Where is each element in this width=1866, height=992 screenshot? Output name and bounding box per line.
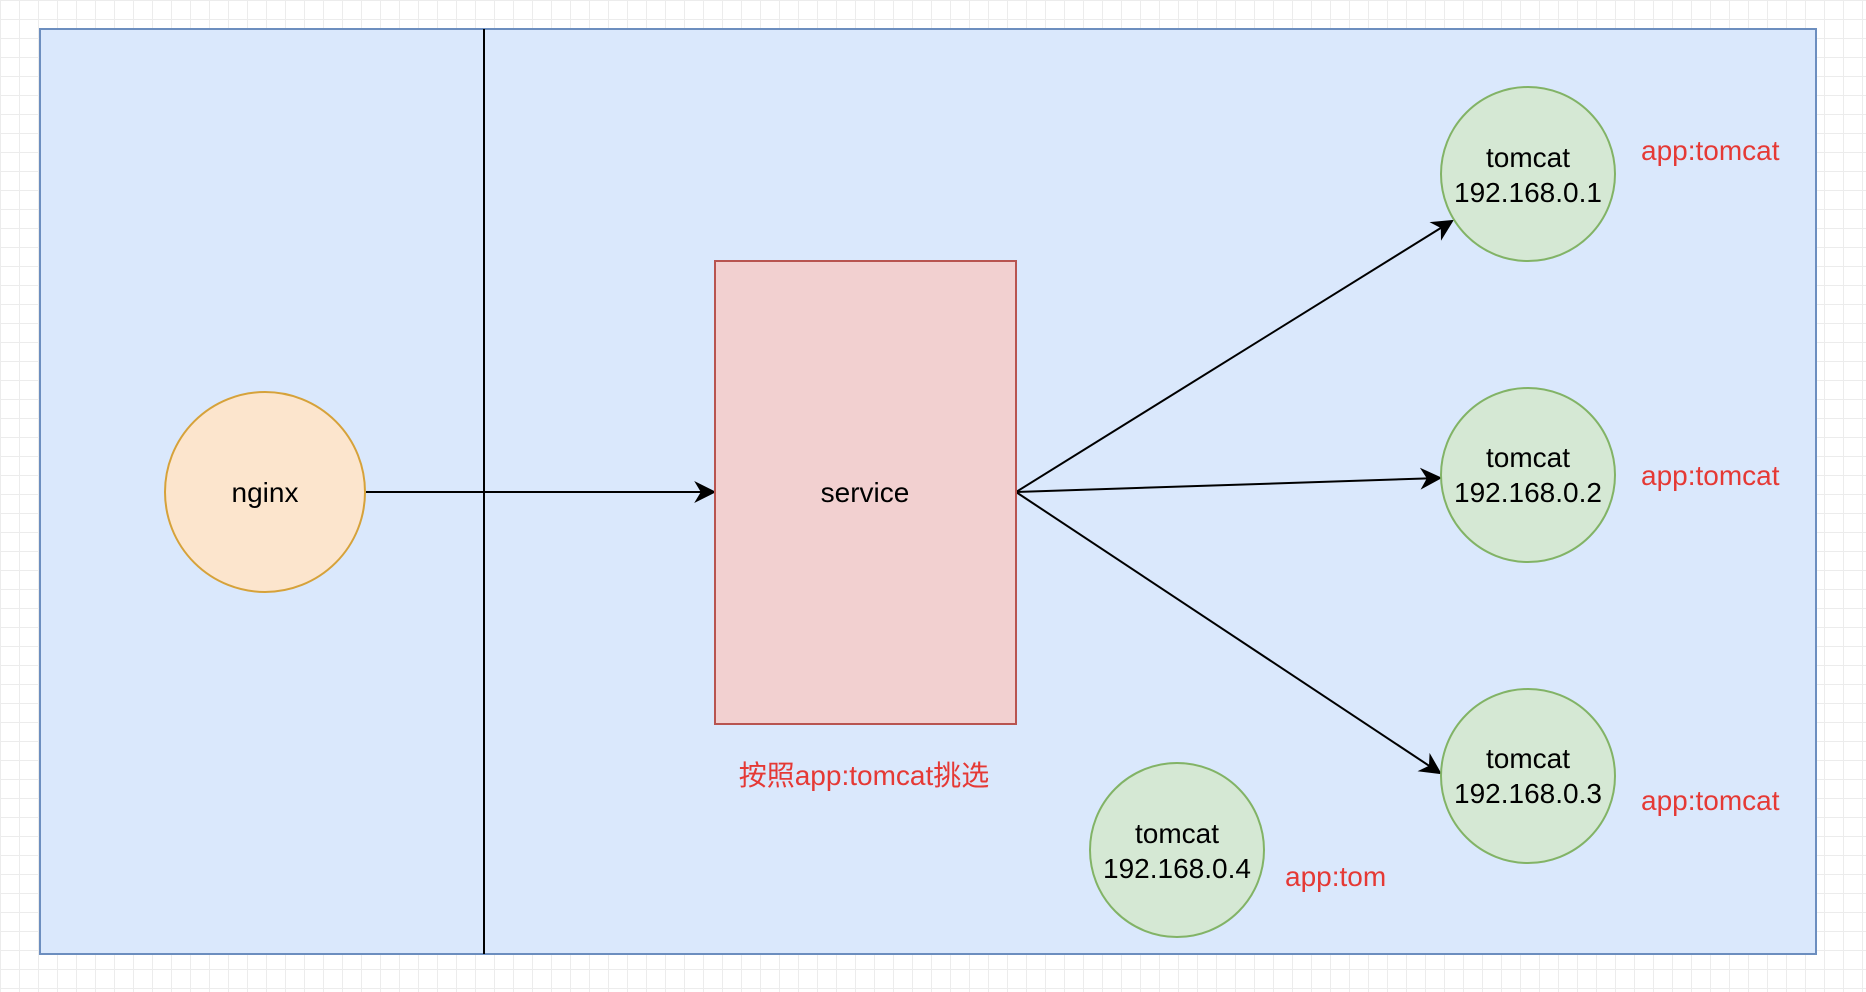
pod-label-tag: app:tom (1285, 861, 1386, 892)
pod-name: tomcat (1135, 818, 1219, 849)
pod-ip: 192.168.0.3 (1454, 778, 1602, 809)
service-node[interactable]: service (714, 260, 1017, 725)
nginx-node[interactable]: nginx (164, 391, 366, 593)
pod-circle (1440, 688, 1616, 864)
pod-node-4[interactable]: tomcat 192.168.0.4 (1089, 762, 1265, 938)
service-selector-note: 按照app:tomcat挑选 (739, 760, 990, 791)
pod-label-tag: app:tomcat (1641, 460, 1780, 491)
pod-circle (1440, 86, 1616, 262)
pod-ip: 192.168.0.4 (1103, 853, 1251, 884)
pod-name: tomcat (1486, 442, 1570, 473)
pod-circle (1440, 387, 1616, 563)
pod-node-3[interactable]: tomcat 192.168.0.3 (1440, 688, 1616, 864)
pod-node-1[interactable]: tomcat 192.168.0.1 (1440, 86, 1616, 262)
diagram-svg: nginx service 按照app:tomcat挑选 tomcat 192.… (39, 28, 1817, 955)
nginx-label: nginx (232, 477, 299, 508)
service-label: service (821, 477, 910, 508)
pod-ip: 192.168.0.1 (1454, 177, 1602, 208)
diagram-canvas: nginx service 按照app:tomcat挑选 tomcat 192.… (0, 0, 1866, 992)
pod-name: tomcat (1486, 142, 1570, 173)
pod-label-tag: app:tomcat (1641, 135, 1780, 166)
pod-node-2[interactable]: tomcat 192.168.0.2 (1440, 387, 1616, 563)
pod-name: tomcat (1486, 743, 1570, 774)
pod-ip: 192.168.0.2 (1454, 477, 1602, 508)
pod-label-tag: app:tomcat (1641, 785, 1780, 816)
pod-circle (1089, 762, 1265, 938)
